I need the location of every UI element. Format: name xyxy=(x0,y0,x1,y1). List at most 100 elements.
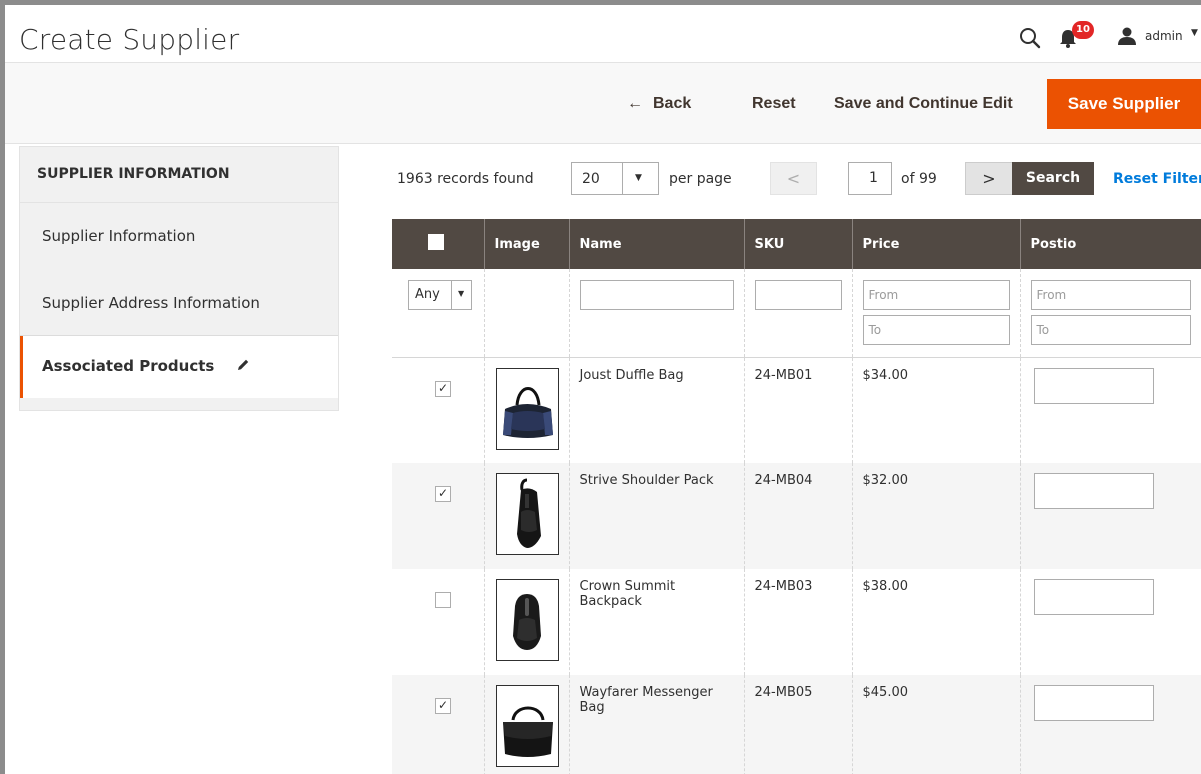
product-thumbnail xyxy=(495,473,559,555)
chevron-down-icon: ▼ xyxy=(635,173,642,183)
filter-cell xyxy=(743,269,852,358)
image-cell xyxy=(483,463,569,569)
sidebar-item-label: Associated Products xyxy=(42,357,215,375)
user-name[interactable]: admin xyxy=(1145,29,1183,43)
column-header-image[interactable]: Image xyxy=(483,219,569,269)
sidebar-item-associated-products[interactable]: Associated Products xyxy=(20,336,338,398)
position-input[interactable] xyxy=(1033,685,1154,721)
next-page-button[interactable]: > xyxy=(965,162,1013,195)
row-checkbox[interactable]: ✓ xyxy=(435,698,451,714)
save-supplier-button[interactable]: Save Supplier xyxy=(1047,79,1201,129)
sku-filter-input[interactable] xyxy=(754,280,842,310)
table-row[interactable]: ✓ Joust Duffle Bag 24-MB01 $34.00 xyxy=(392,357,1201,463)
name-cell: Joust Duffle Bag xyxy=(568,357,744,463)
table-row[interactable]: ✓ Wayfarer Messenger Bag 24-MB05 $45.00 xyxy=(392,675,1201,774)
chevron-left-icon: < xyxy=(786,169,801,188)
image-cell xyxy=(483,675,569,774)
divider xyxy=(451,281,452,309)
filter-row: Any ▼ From To From To xyxy=(392,269,1201,358)
select-cell xyxy=(392,569,484,675)
per-page-label: per page xyxy=(669,171,732,187)
filter-select-value: Any xyxy=(415,287,440,302)
table-row[interactable]: ✓ Strive Shoulder Pack 24-MB04 $32.00 xyxy=(392,463,1201,569)
page-header: Create Supplier 10 admin ▼ xyxy=(5,5,1201,63)
table-row[interactable]: Crown Summit Backpack 24-MB03 $38.00 xyxy=(392,569,1201,675)
chevron-down-icon[interactable]: ▼ xyxy=(1191,28,1198,38)
page-actions-bar: ← Back Reset Save and Continue Edit Save … xyxy=(5,62,1201,144)
messenger-bag-image xyxy=(502,706,553,757)
row-checkbox[interactable]: ✓ xyxy=(435,380,451,397)
page-number-input[interactable]: 1 xyxy=(848,162,892,195)
image-cell xyxy=(483,357,569,463)
save-and-continue-button[interactable]: Save and Continue Edit xyxy=(834,82,1013,126)
search-button[interactable]: Search xyxy=(1012,162,1094,195)
row-checkbox[interactable]: ✓ xyxy=(435,486,451,502)
divider xyxy=(622,163,623,194)
name-filter-input[interactable] xyxy=(579,280,734,310)
select-cell: ✓ xyxy=(392,357,484,463)
position-input[interactable] xyxy=(1033,579,1154,615)
per-page-select[interactable]: 20 ▼ xyxy=(571,162,659,195)
position-to-input[interactable]: To xyxy=(1030,315,1191,345)
filter-cell: From To xyxy=(851,269,1020,358)
position-cell xyxy=(1019,463,1201,569)
products-grid: Image Name SKU Price Postio Any ▼ From T… xyxy=(392,219,1201,774)
select-cell: ✓ xyxy=(392,675,484,774)
in-products-filter-select[interactable]: Any ▼ xyxy=(408,280,472,310)
select-cell: ✓ xyxy=(392,463,484,569)
column-header-position[interactable]: Postio xyxy=(1019,219,1201,269)
position-input[interactable] xyxy=(1033,367,1154,404)
user-icon[interactable] xyxy=(1117,26,1137,46)
filter-cell: From To xyxy=(1019,269,1201,358)
pencil-icon xyxy=(237,359,248,370)
sku-cell: 24-MB04 xyxy=(743,463,852,569)
reset-filter-link[interactable]: Reset Filter xyxy=(1113,171,1201,187)
price-cell: $32.00 xyxy=(851,463,1020,569)
position-cell xyxy=(1019,675,1201,774)
chevron-right-icon: > xyxy=(982,169,996,188)
product-thumbnail xyxy=(495,579,559,661)
filter-cell xyxy=(568,269,744,358)
select-all-header xyxy=(392,219,484,269)
page-title: Create Supplier xyxy=(19,23,240,56)
sku-cell: 24-MB03 xyxy=(743,569,852,675)
duffle-bag-image xyxy=(502,386,553,438)
name-cell: Crown Summit Backpack xyxy=(568,569,744,675)
price-cell: $34.00 xyxy=(851,357,1020,463)
shoulder-pack-image xyxy=(516,478,541,548)
back-button-label: Back xyxy=(653,95,692,112)
position-from-input[interactable]: From xyxy=(1030,280,1191,310)
previous-page-button[interactable]: < xyxy=(770,162,817,195)
column-header-sku[interactable]: SKU xyxy=(743,219,852,269)
position-input[interactable] xyxy=(1033,473,1154,509)
sidebar-item-supplier-information[interactable]: Supplier Information xyxy=(20,203,338,270)
sidebar-item-supplier-address[interactable]: Supplier Address Information xyxy=(20,270,338,336)
price-cell: $45.00 xyxy=(851,675,1020,774)
column-header-name[interactable]: Name xyxy=(568,219,744,269)
reset-button[interactable]: Reset xyxy=(752,82,796,126)
row-checkbox[interactable] xyxy=(435,592,451,608)
per-page-value: 20 xyxy=(582,171,600,187)
price-from-input[interactable]: From xyxy=(862,280,1010,310)
image-cell xyxy=(483,569,569,675)
filter-cell xyxy=(483,269,569,358)
sidebar-tabs: SUPPLIER INFORMATION Supplier Informatio… xyxy=(19,146,339,411)
total-pages-label: of 99 xyxy=(901,171,937,187)
search-icon[interactable] xyxy=(1019,27,1041,49)
column-header-price[interactable]: Price xyxy=(851,219,1020,269)
admin-page: Create Supplier 10 admin ▼ ← Back Reset S… xyxy=(5,5,1201,774)
filter-cell: Any ▼ xyxy=(392,269,484,358)
notification-count-badge[interactable]: 10 xyxy=(1072,21,1094,39)
price-cell: $38.00 xyxy=(851,569,1020,675)
select-all-checkbox[interactable] xyxy=(428,234,444,250)
records-count: 1963 records found xyxy=(397,171,534,187)
chevron-down-icon: ▼ xyxy=(458,289,465,298)
backpack-image xyxy=(512,594,541,650)
product-thumbnail xyxy=(495,685,559,767)
price-to-input[interactable]: To xyxy=(862,315,1010,345)
position-cell xyxy=(1019,569,1201,675)
sidebar-heading: SUPPLIER INFORMATION xyxy=(20,147,338,203)
back-button[interactable]: ← Back xyxy=(627,82,691,126)
grid-header-row: Image Name SKU Price Postio xyxy=(392,219,1201,269)
position-cell xyxy=(1019,357,1201,463)
